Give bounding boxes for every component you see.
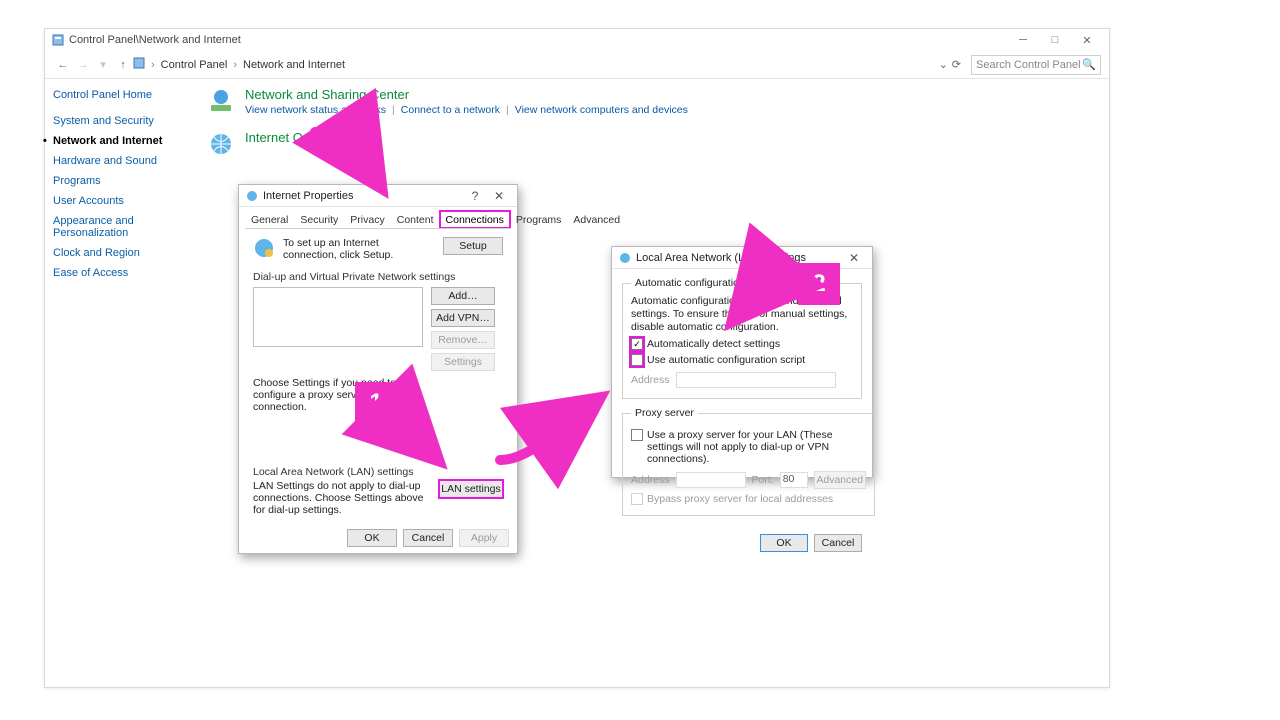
nsc-links: View network status and tasks | Connect … — [245, 104, 688, 116]
control-panel-home-link[interactable]: Control Panel Home — [53, 89, 187, 101]
ip-cancel-button[interactable]: Cancel — [403, 529, 453, 547]
up-button[interactable]: ↑ — [113, 55, 133, 75]
window-titlebar: Control Panel\Network and Internet ─ □ ✕ — [45, 29, 1109, 51]
sidebar-item-network-internet[interactable]: Network and Internet — [53, 131, 187, 151]
recent-dropdown[interactable]: ▾ — [93, 55, 113, 75]
ip-close-button[interactable]: ✕ — [487, 187, 511, 205]
crumb-network-internet[interactable]: Network and Internet — [243, 59, 345, 71]
lan-close-button[interactable]: ✕ — [842, 249, 866, 267]
explorer-nav: ← → ▾ ↑ › Control Panel › Network and In… — [45, 51, 1109, 79]
network-sharing-center: Network and Sharing Center View network … — [207, 87, 1097, 116]
control-panel-window: Control Panel\Network and Internet ─ □ ✕… — [44, 28, 1110, 688]
auto-script-label: Use automatic configuration script — [647, 354, 805, 366]
minimize-button[interactable]: ─ — [1007, 29, 1039, 51]
link-view-status[interactable]: View network status and tasks — [245, 104, 386, 116]
crumb-control-panel[interactable]: Control Panel — [161, 59, 228, 71]
lan-title: Local Area Network (LAN) Settings — [636, 252, 806, 264]
ip-tabs: General Security Privacy Content Connect… — [239, 207, 517, 228]
search-input[interactable]: Search Control Panel 🔍 — [971, 55, 1101, 75]
callout-badge-1: 1 — [355, 382, 397, 424]
proxy-group: Proxy server Use a proxy server for your… — [622, 407, 875, 516]
proxy-legend: Proxy server — [631, 407, 698, 419]
sidebar-item-ease-of-access[interactable]: Ease of Access — [53, 263, 187, 283]
dialup-label: Dial-up and Virtual Private Network sett… — [253, 271, 503, 283]
ip-help-button[interactable]: ? — [463, 187, 487, 205]
choose-text: Choose Settings if you need to configure… — [253, 377, 433, 413]
remove-button: Remove… — [431, 331, 495, 349]
tab-general[interactable]: General — [245, 211, 294, 228]
use-proxy-checkbox[interactable] — [631, 429, 643, 441]
setup-globe-icon — [253, 237, 275, 259]
control-panel-icon — [51, 33, 65, 47]
bypass-label: Bypass proxy server for local addresses — [647, 493, 833, 505]
sidebar-item-hardware-sound[interactable]: Hardware and Sound — [53, 151, 187, 171]
ip-ok-button[interactable]: OK — [347, 529, 397, 547]
refresh-button[interactable]: ⟳ — [952, 58, 961, 71]
close-button[interactable]: ✕ — [1071, 29, 1103, 51]
sidebar-item-system-security[interactable]: System and Security — [53, 111, 187, 131]
window-title: Control Panel\Network and Internet — [69, 34, 241, 46]
tab-advanced[interactable]: Advanced — [567, 211, 626, 228]
lan-text: LAN Settings do not apply to dial-up con… — [253, 480, 431, 516]
port-label: Port: — [752, 474, 774, 486]
lan-ok-button[interactable]: OK — [760, 534, 808, 552]
internet-properties-dialog: Internet Properties ? ✕ General Security… — [238, 184, 518, 554]
breadcrumb[interactable]: › Control Panel › Network and Internet — [151, 59, 345, 71]
advanced-button: Advanced — [814, 471, 866, 489]
address-label: Address — [631, 374, 670, 386]
auto-detect-label: Automatically detect settings — [647, 338, 780, 350]
settings-button: Settings — [431, 353, 495, 371]
lan-cancel-button[interactable]: Cancel — [814, 534, 862, 552]
sidebar-item-programs[interactable]: Programs — [53, 171, 187, 191]
ip-title: Internet Properties — [263, 190, 354, 202]
proxy-address-input — [676, 472, 746, 488]
sidebar-item-appearance[interactable]: Appearance and Personalization — [53, 211, 187, 243]
lan-globe-icon — [618, 251, 632, 265]
proxy-text: Use a proxy server for your LAN (These s… — [647, 429, 866, 465]
add-vpn-button[interactable]: Add VPN… — [431, 309, 495, 327]
nsc-title[interactable]: Network and Sharing Center — [245, 87, 688, 102]
sidebar-item-user-accounts[interactable]: User Accounts — [53, 191, 187, 211]
internet-options-icon — [207, 130, 235, 158]
tab-content[interactable]: Content — [391, 211, 440, 228]
address-input — [676, 372, 836, 388]
back-button[interactable]: ← — [53, 55, 73, 75]
window-controls: ─ □ ✕ — [1007, 29, 1103, 51]
breadcrumb-icon — [133, 57, 145, 72]
setup-button[interactable]: Setup — [443, 237, 503, 255]
auto-legend: Automatic configuration — [631, 277, 749, 289]
tab-security[interactable]: Security — [294, 211, 344, 228]
search-placeholder: Search Control Panel — [976, 59, 1081, 71]
addressbar-dropdown[interactable]: ⌄ — [939, 58, 948, 71]
ip-titlebar: Internet Properties ? ✕ — [239, 185, 517, 207]
link-view-computers[interactable]: View network computers and devices — [515, 104, 688, 116]
add-button[interactable]: Add… — [431, 287, 495, 305]
link-connect-network[interactable]: Connect to a network — [401, 104, 500, 116]
tab-privacy[interactable]: Privacy — [344, 211, 390, 228]
auto-script-checkbox[interactable] — [631, 354, 643, 366]
globe-icon — [245, 189, 259, 203]
callout-badge-2: 2 — [798, 263, 840, 305]
io-title[interactable]: Internet Options — [245, 130, 338, 145]
maximize-button[interactable]: □ — [1039, 29, 1071, 51]
lan-settings-button[interactable]: LAN settings — [439, 480, 503, 498]
search-icon: 🔍 — [1082, 58, 1096, 71]
control-panel-body: Control Panel Home System and Security N… — [45, 79, 1109, 687]
tab-connections[interactable]: Connections — [440, 211, 510, 228]
dialup-listbox[interactable] — [253, 287, 423, 347]
ip-tab-body: To set up an Internet connection, click … — [245, 228, 511, 524]
proxy-address-label: Address — [631, 474, 670, 486]
internet-options: Internet Options — [207, 130, 1097, 158]
network-icon — [207, 87, 235, 115]
setup-text: To set up an Internet connection, click … — [283, 237, 435, 261]
tab-programs[interactable]: Programs — [510, 211, 568, 228]
sidebar-item-clock-region[interactable]: Clock and Region — [53, 243, 187, 263]
ip-apply-button: Apply — [459, 529, 509, 547]
lan-label: Local Area Network (LAN) settings — [253, 466, 503, 478]
sidebar: Control Panel Home System and Security N… — [45, 79, 195, 687]
bypass-checkbox — [631, 493, 643, 505]
port-input: 80 — [780, 472, 808, 488]
forward-button[interactable]: → — [73, 55, 93, 75]
auto-detect-checkbox[interactable] — [631, 338, 643, 350]
